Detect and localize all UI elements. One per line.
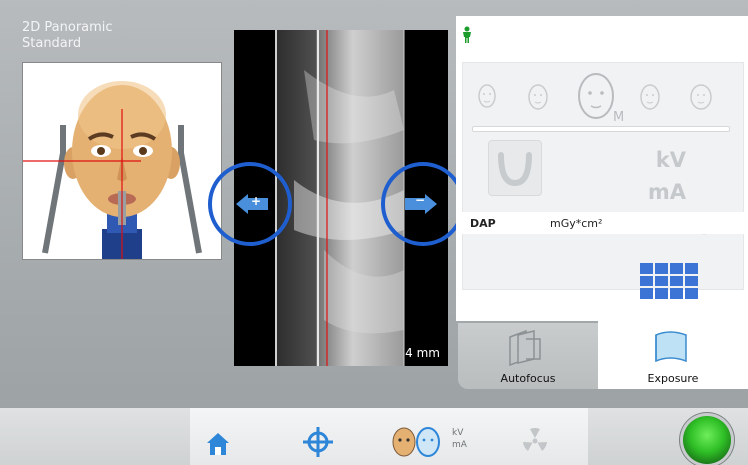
tab-exposure-label: Exposure <box>647 372 699 385</box>
ma-small-label: mA <box>452 440 467 450</box>
arch-icon <box>498 152 532 187</box>
home-icon[interactable] <box>204 430 232 458</box>
face-size-label: M <box>613 110 625 125</box>
patient-head-illustration <box>23 81 202 259</box>
face-icon-xs[interactable] <box>476 82 498 110</box>
grid-icon[interactable] <box>640 263 698 299</box>
left-arrow-icon <box>236 194 268 214</box>
dap-unit: mGy*cm² <box>550 217 603 230</box>
side-strip <box>736 380 748 465</box>
face-icon-l[interactable] <box>638 82 662 112</box>
face-icon-xl[interactable] <box>688 82 714 112</box>
scale-label: 4 mm <box>405 346 440 360</box>
autofocus-icon <box>509 329 541 367</box>
face-slider-track[interactable] <box>472 126 730 132</box>
move-right-button[interactable]: − <box>381 162 465 246</box>
exposure-icon <box>655 331 687 363</box>
tab-autofocus-label: Autofocus <box>500 372 556 385</box>
arch-selector-button[interactable] <box>488 140 542 196</box>
start-exposure-button[interactable] <box>683 416 731 464</box>
move-left-button[interactable]: + <box>208 162 292 246</box>
crosshair-icon[interactable] <box>302 426 334 458</box>
dap-label: DAP <box>470 217 496 230</box>
kv-small-label: kV <box>452 428 464 438</box>
face-icon-s[interactable] <box>526 82 550 112</box>
patient-kv-ma-button[interactable]: kV mA <box>390 424 482 460</box>
mode-title-line2: Standard <box>22 36 82 51</box>
tab-exposure[interactable]: Exposure <box>598 321 748 389</box>
person-icon <box>463 26 471 43</box>
kv-label: kV <box>655 148 686 172</box>
left-arrow-plus: + <box>251 194 262 208</box>
mode-title-line1: 2D Panoramic <box>22 20 113 35</box>
radiation-icon[interactable] <box>520 426 550 456</box>
ma-label: mA <box>647 180 686 204</box>
mode-title: 2D Panoramic Standard <box>22 20 113 52</box>
tab-autofocus[interactable]: Autofocus <box>458 323 598 389</box>
right-arrow-minus: − <box>415 193 426 207</box>
patient-position-panel <box>22 62 222 260</box>
patient-kv-ma-icon <box>392 427 440 457</box>
dap-row <box>462 212 744 234</box>
